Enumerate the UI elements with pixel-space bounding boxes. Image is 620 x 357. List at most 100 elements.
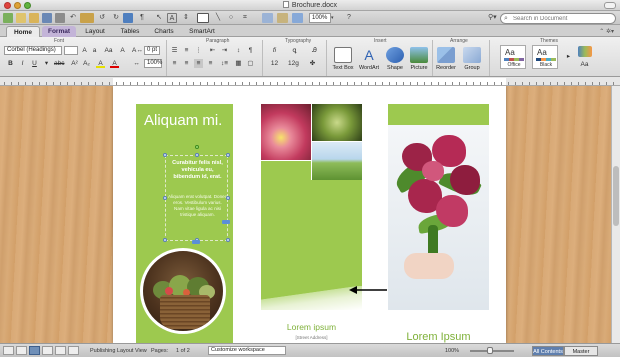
stylistic-set-icon[interactable]: ꝗ	[290, 46, 299, 55]
numbering-icon[interactable]: ≡	[182, 46, 191, 55]
scale-icon[interactable]: ↔	[132, 59, 141, 68]
underline-button[interactable]: U	[30, 59, 39, 68]
wordart-icon[interactable]: A	[360, 47, 378, 63]
photo-browser-icon[interactable]	[292, 13, 303, 23]
draft-view-button[interactable]	[3, 346, 14, 355]
decrease-indent-icon[interactable]: ⇤	[208, 46, 217, 55]
group-button[interactable]: Group	[459, 65, 485, 71]
new-document-icon[interactable]	[3, 13, 13, 23]
sort-icon[interactable]: ↕	[234, 46, 243, 55]
customize-workspace-dropdown[interactable]: Customize workspace	[208, 346, 286, 355]
redo-arrow-icon[interactable]: ↻	[110, 13, 122, 23]
selected-text-box[interactable]: Curabitur felis nisl, vehicula eu, biben…	[163, 145, 230, 244]
bullets-icon[interactable]: ☰	[170, 46, 179, 55]
align-left-icon[interactable]: ≡	[170, 59, 179, 68]
strike-button[interactable]: abc	[54, 59, 64, 68]
show-marks-icon[interactable]: ¶	[246, 46, 255, 55]
resize-handle[interactable]	[226, 238, 230, 242]
print-view-button[interactable]	[42, 346, 53, 355]
focus-view-button[interactable]	[68, 346, 79, 355]
ligatures-icon[interactable]: fi	[270, 46, 279, 55]
wordart-button[interactable]: WordArt	[356, 65, 382, 71]
tab-format[interactable]: Format	[42, 26, 76, 37]
theme-office[interactable]: Aa Office	[500, 45, 526, 69]
shrink-font-icon[interactable]: a	[90, 46, 99, 55]
increase-indent-icon[interactable]: ⇥	[220, 46, 229, 55]
resize-handle[interactable]	[163, 196, 167, 200]
save-icon[interactable]	[42, 13, 52, 23]
undo-icon[interactable]: ↶	[68, 13, 78, 23]
meadow-photo[interactable]	[312, 142, 362, 180]
tab-home[interactable]: Home	[6, 26, 40, 37]
fern-photo[interactable]	[312, 104, 362, 141]
spacing-field[interactable]: 0 pt	[144, 46, 160, 55]
tab-layout[interactable]: Layout	[80, 26, 110, 37]
print-icon[interactable]	[55, 13, 65, 23]
zoom-dropdown-icon[interactable]: ▾	[331, 13, 337, 23]
theme-fonts-icon[interactable]: Aa	[580, 60, 589, 69]
basket-photo[interactable]	[140, 248, 226, 334]
font-size-field[interactable]	[64, 46, 78, 55]
tab-smartart[interactable]: SmartArt	[184, 26, 220, 37]
drop-cap-icon[interactable]: Ꭿ	[310, 46, 319, 55]
help-icon[interactable]: ?	[344, 13, 354, 23]
rotate-handle[interactable]	[195, 145, 199, 149]
notebook-view-button[interactable]	[55, 346, 66, 355]
reorder-icon[interactable]	[437, 47, 455, 63]
align-center-icon[interactable]: ≡	[182, 59, 191, 68]
oval-tool-icon[interactable]: ○	[226, 13, 236, 23]
toolbar-toggle-button[interactable]	[604, 2, 616, 9]
picture-icon[interactable]	[410, 47, 428, 63]
zoom-slider-knob[interactable]	[487, 347, 493, 354]
media-browser-icon[interactable]	[80, 13, 94, 23]
group-icon[interactable]	[463, 47, 481, 63]
align-right-icon[interactable]: ≡	[194, 59, 203, 68]
line-tool-icon[interactable]: ╲	[213, 13, 223, 23]
master-pages-button[interactable]: Master Pages	[564, 346, 598, 356]
lily-photo[interactable]	[261, 104, 311, 160]
picture-button[interactable]: Picture	[405, 65, 433, 71]
change-case-icon[interactable]: Aa	[104, 46, 113, 55]
rectangle-tool-icon[interactable]	[197, 13, 209, 23]
italic-button[interactable]: I	[18, 59, 27, 68]
panel-1-heading[interactable]: Aliquam mi.	[144, 112, 222, 129]
bouquet-photo[interactable]	[388, 125, 489, 310]
scale-field[interactable]: 100%	[144, 59, 162, 68]
bold-button[interactable]: B	[6, 59, 15, 68]
resize-handle[interactable]	[226, 153, 230, 157]
panel-2-address[interactable]: [Street Address]	[261, 335, 362, 340]
strikethrough-button[interactable]: ▾	[42, 59, 51, 68]
vertical-scrollbar[interactable]	[611, 86, 620, 343]
number-spacing-icon[interactable]: 12g	[288, 59, 299, 68]
borders-icon[interactable]: ▢	[246, 59, 255, 68]
resize-handle[interactable]	[163, 153, 167, 157]
zoom-field[interactable]: 100%	[309, 13, 331, 23]
resize-handle[interactable]	[163, 238, 167, 242]
templates-icon[interactable]	[16, 13, 26, 23]
theme-colors-icon[interactable]	[578, 46, 592, 57]
multilevel-list-icon[interactable]: ⋮	[194, 46, 203, 55]
character-spacing-icon[interactable]: A↔	[132, 46, 143, 55]
panel-3-heading[interactable]: Lorem Ipsum	[388, 331, 489, 343]
shape-icon[interactable]	[386, 47, 404, 63]
text-box-button-icon[interactable]	[334, 47, 352, 63]
resize-handle[interactable]	[195, 153, 199, 157]
format-painter-icon[interactable]	[123, 13, 133, 23]
glyphs-icon[interactable]: ✤	[308, 59, 317, 68]
toolbox-icon[interactable]	[277, 13, 288, 23]
reorder-button[interactable]: Reorder	[433, 65, 459, 71]
tab-tables[interactable]: Tables	[115, 26, 145, 37]
ribbon-settings-icon[interactable]: ⌃ ✲▾	[599, 28, 614, 35]
text-link-icon[interactable]	[222, 220, 230, 224]
justify-icon[interactable]: ≡	[206, 59, 215, 68]
font-name-field[interactable]: Corbel (Headings)	[4, 46, 62, 55]
resize-handle[interactable]	[226, 196, 230, 200]
text-box-button[interactable]: Text Box	[330, 65, 356, 71]
highlight-color-icon[interactable]: A	[96, 59, 105, 68]
text-box-icon[interactable]: A	[167, 13, 177, 23]
number-form-icon[interactable]: 12	[270, 59, 279, 68]
text-link-icon[interactable]	[192, 240, 200, 244]
grow-font-icon[interactable]: A	[80, 46, 89, 55]
all-contents-button[interactable]: All Contents	[532, 346, 564, 356]
shading-icon[interactable]: ▦	[234, 59, 243, 68]
